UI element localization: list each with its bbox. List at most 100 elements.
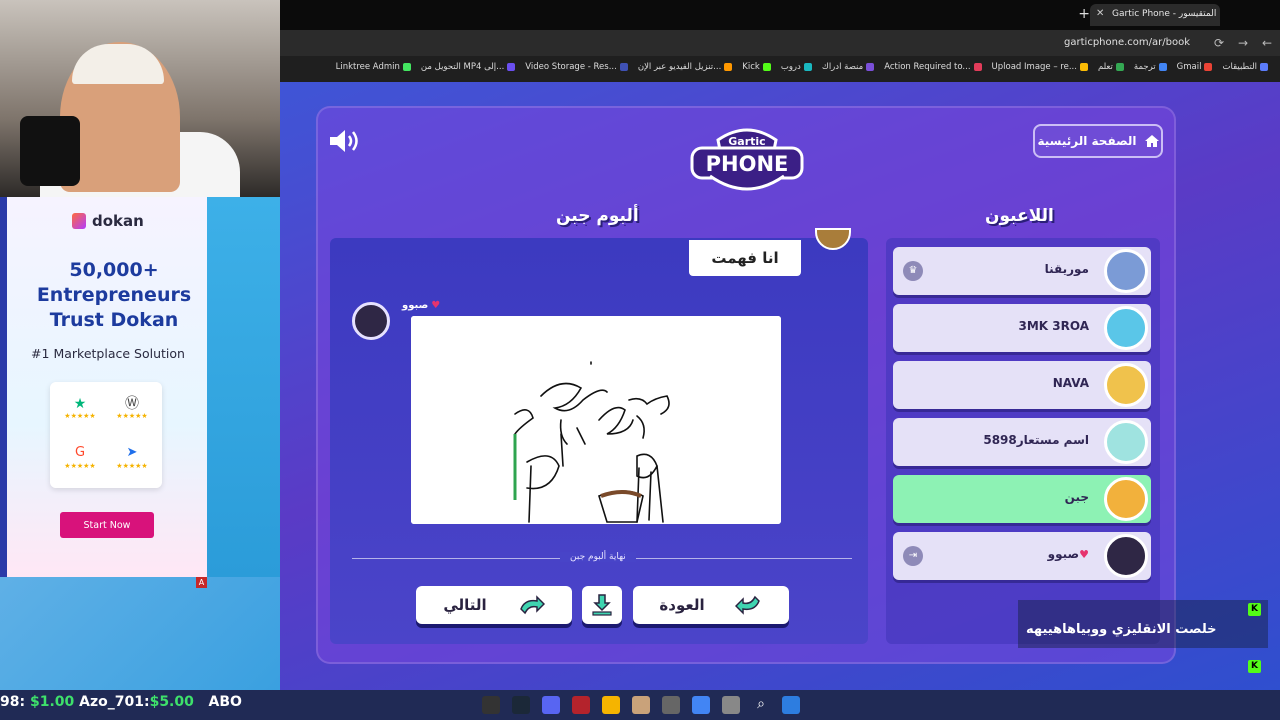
svg-text:★★★★★: ★★★★★ (64, 412, 95, 420)
player-row[interactable]: ⇥ صبوو♥ (893, 532, 1151, 580)
back-icon[interactable]: ← (1262, 36, 1272, 50)
bookmark-label: تعلم (1097, 62, 1113, 72)
next-button[interactable]: التالي (416, 586, 572, 624)
bookmark-favicon-icon (619, 63, 628, 71)
svg-text:Gartic: Gartic (728, 135, 765, 148)
bookmark-favicon-icon (762, 63, 771, 71)
bookmark-label: Upload Image – re... (991, 62, 1077, 72)
gartic-phone-logo: Gartic PHONE (690, 128, 804, 191)
voicemeeter-icon[interactable] (572, 696, 590, 714)
tab-title: Gartic Phone - المتقيسور (1112, 9, 1217, 19)
bookmark-item[interactable]: منصة ادراك (821, 62, 875, 72)
steam-icon[interactable] (512, 696, 530, 714)
bookmark-label: تنزيل الفيديو عبر الإن... (637, 62, 722, 72)
player-name: موريقنا (1044, 262, 1089, 276)
player-row[interactable]: NAVA (893, 361, 1151, 409)
folder-icon[interactable] (602, 696, 620, 714)
bookmark-item[interactable]: Linktree Admin (336, 62, 411, 72)
svg-text:★★★★★: ★★★★★ (116, 462, 147, 470)
bookmark-label: التطبيقات (1222, 62, 1257, 72)
download-button[interactable] (582, 586, 622, 624)
bookmark-item[interactable]: تنزيل الفيديو عبر الإن... (637, 62, 733, 72)
webcam-feed (0, 0, 280, 197)
svg-text:Ⓦ: Ⓦ (125, 396, 139, 412)
app-icon[interactable] (632, 696, 650, 714)
bookmark-item[interactable]: Video Storage - Res... (525, 62, 628, 72)
heart-icon: ♥ (431, 300, 441, 311)
forward-icon[interactable]: → (1238, 36, 1248, 50)
bookmark-item[interactable]: Kick (742, 62, 771, 72)
chat-message: خلصت الانقليزي ووبياهاهييهه (1026, 622, 1217, 637)
close-tab-icon[interactable]: ✕ (1096, 8, 1104, 19)
dokan-logo-icon (72, 213, 86, 229)
player-avatar (1104, 477, 1148, 521)
bookmarks-bar: التطبيقات Gmail ترجمة تعلم Upload Image – re… (280, 56, 1280, 78)
bookmark-favicon-icon (1260, 63, 1268, 71)
obs-icon[interactable] (482, 696, 500, 714)
bookmark-favicon-icon (402, 63, 411, 71)
player-avatar (1104, 420, 1148, 464)
bookmark-item[interactable]: دروب (781, 62, 812, 72)
drawer-name-label: صبوو ♥ (402, 300, 441, 311)
player-avatar (1104, 249, 1148, 293)
discord-icon[interactable] (542, 696, 560, 714)
chrome-icon[interactable] (692, 696, 710, 714)
player-name: اسم مستعار5898 (983, 433, 1089, 447)
bookmark-label: Action Required to... (884, 62, 971, 72)
bookmark-favicon-icon (1115, 63, 1124, 71)
ad-start-now-button[interactable]: Start Now (60, 512, 154, 538)
ad-headline: 50,000+ Entrepreneurs Trust Dokan (36, 259, 192, 331)
bookmark-favicon-icon (973, 63, 982, 71)
player-row[interactable]: جبن (893, 475, 1151, 523)
next-label: التالي (443, 596, 487, 614)
svg-text:★★★★★: ★★★★★ (116, 412, 147, 420)
player-row[interactable]: 3MK 3ROA (893, 304, 1151, 352)
bookmark-item[interactable]: ترجمة (1134, 62, 1167, 72)
app-icon[interactable] (662, 696, 680, 714)
notepad-icon[interactable] (722, 696, 740, 714)
ad-ratings-card: ★ Ⓦ ★★★★★ ★★★★★ G ➤ ★★★★★ ★★★★★ (50, 382, 162, 488)
new-tab-button[interactable]: + (1078, 6, 1090, 22)
url-text[interactable]: garticphone.com/ar/book (1064, 37, 1190, 48)
download-icon (592, 594, 612, 616)
bookmark-item[interactable]: Upload Image – re... (992, 62, 1088, 72)
mouse-cursor-icon: ☝ (462, 512, 471, 528)
players-title: اللاعبون (985, 206, 1054, 226)
bookmark-label: Video Storage - Res... (525, 62, 617, 72)
player-name: NAVA (1052, 376, 1089, 390)
home-button[interactable]: الصفحة الرئيسية (1033, 124, 1163, 158)
album-end-label: نهاية ألبوم جبن (560, 552, 636, 562)
back-button[interactable]: العودة (633, 586, 789, 624)
taskbar-icons: ⌕ (482, 696, 800, 714)
player-name: جبن (1064, 490, 1089, 504)
kick-player-icon[interactable]: ⇥ (903, 546, 923, 566)
bookmark-label: Gmail (1176, 62, 1202, 72)
bookmark-item[interactable]: تعلم (1098, 62, 1124, 72)
ad-brand: dokan (72, 212, 144, 230)
player-row[interactable]: ♛ موريقنا (893, 247, 1151, 295)
player-avatar (1104, 534, 1148, 578)
bookmark-label: دروب (780, 62, 801, 72)
player-name: 3MK 3ROA (1018, 319, 1089, 333)
search-icon[interactable]: ⌕ (752, 696, 770, 714)
bookmark-label: منصة ادراك (821, 62, 864, 72)
donation-ticker: 98: $1.00 Azo_701:$5.00 ABO (0, 694, 242, 710)
kick-icon: K (1248, 603, 1261, 616)
player-row[interactable]: اسم مستعار5898 (893, 418, 1151, 466)
windows-start-icon[interactable] (782, 696, 800, 714)
sound-icon[interactable] (328, 128, 362, 154)
bookmark-item[interactable]: التحويل من MP4 إلى... (421, 62, 516, 72)
bookmark-favicon-icon (1079, 63, 1088, 71)
bookmark-item[interactable]: Action Required to... (884, 62, 982, 72)
browser-tab[interactable]: ✕ Gartic Phone - المتقيسور (1090, 4, 1220, 26)
back-label: العودة (659, 596, 705, 614)
svg-text:★: ★ (74, 396, 87, 412)
stream-background (0, 577, 280, 690)
bookmark-item[interactable]: التطبيقات (1222, 62, 1268, 72)
bookmark-label: ترجمة (1133, 62, 1156, 72)
svg-text:PHONE: PHONE (706, 152, 789, 176)
bookmark-item[interactable]: Gmail (1177, 62, 1213, 72)
reload-icon[interactable]: ⟳ (1214, 36, 1224, 50)
heart-icon: ♥ (1079, 548, 1089, 561)
ad-choices-badge[interactable]: A (196, 577, 207, 588)
